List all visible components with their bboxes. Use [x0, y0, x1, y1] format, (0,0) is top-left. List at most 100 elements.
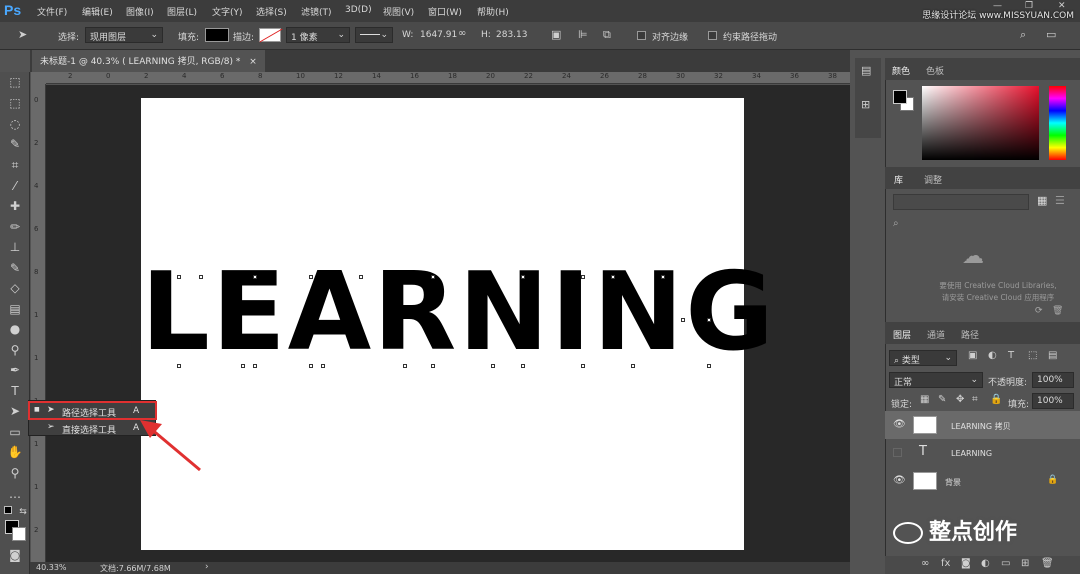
- tab-paths[interactable]: 路径: [961, 328, 979, 341]
- library-dropdown[interactable]: [893, 194, 1029, 210]
- path-anchor[interactable]: [681, 318, 685, 322]
- lock-all-icon[interactable]: 🔒: [990, 394, 1002, 405]
- layer-name[interactable]: 背景: [945, 477, 961, 488]
- canvas-text-learning[interactable]: LEARNING: [141, 258, 774, 368]
- path-anchor[interactable]: [581, 364, 585, 368]
- path-anchor[interactable]: [581, 275, 585, 279]
- dodge-tool-icon[interactable]: ⚲: [6, 342, 24, 358]
- path-anchor[interactable]: [431, 364, 435, 368]
- tab-swatches[interactable]: 色板: [926, 64, 944, 77]
- properties-panel-icon[interactable]: ⊞: [861, 98, 870, 111]
- stroke-swatch[interactable]: [259, 28, 283, 43]
- new-layer-icon[interactable]: ⊞: [1021, 558, 1029, 569]
- layer-row-learning-copy[interactable]: 👁 LEARNING 拷贝: [885, 411, 1080, 439]
- marquee-tool-icon[interactable]: ⬚: [6, 95, 24, 111]
- link-icon[interactable]: ∞: [921, 558, 929, 569]
- eraser-tool-icon[interactable]: ◇: [6, 280, 24, 296]
- visibility-eye-icon[interactable]: 👁: [893, 475, 906, 486]
- visibility-empty-box[interactable]: [893, 448, 902, 457]
- path-anchor[interactable]: [321, 364, 325, 368]
- trash-icon[interactable]: 🗑: [1041, 558, 1054, 569]
- path-arrangement-icon[interactable]: ⧉: [603, 28, 611, 42]
- quick-mask-icon[interactable]: ◙: [6, 547, 24, 563]
- fx-icon[interactable]: fx: [941, 558, 950, 569]
- filter-type-icon[interactable]: T: [1008, 350, 1014, 361]
- path-anchor[interactable]: [253, 364, 257, 368]
- path-anchor[interactable]: [521, 275, 525, 279]
- layer-filter-dropdown[interactable]: ⌕ 类型 ⌄: [889, 350, 957, 366]
- constrain-path-checkbox[interactable]: [708, 31, 717, 40]
- folder-icon[interactable]: ▭: [1001, 558, 1010, 569]
- menu-help[interactable]: 帮助(H): [477, 5, 509, 18]
- menu-image[interactable]: 图像(I): [126, 5, 154, 18]
- tab-color[interactable]: 颜色: [892, 64, 910, 77]
- path-anchor[interactable]: [611, 275, 615, 279]
- workspace-icon[interactable]: ▭: [1046, 28, 1056, 41]
- status-zoom[interactable]: 40.33%: [36, 563, 67, 572]
- tab-layers[interactable]: 图层: [893, 328, 911, 341]
- eyedropper-tool-icon[interactable]: ⁄: [6, 178, 24, 194]
- filter-shape-icon[interactable]: ⬚: [1028, 350, 1037, 361]
- adjustment-icon[interactable]: ◐: [981, 558, 990, 569]
- more-tools-icon[interactable]: …: [6, 486, 24, 502]
- menu-3d[interactable]: 3D(D): [345, 5, 372, 15]
- path-select-tool-icon[interactable]: ➤: [18, 28, 27, 41]
- search-icon[interactable]: ⌕: [1020, 28, 1026, 42]
- layer-row-learning[interactable]: T LEARNING: [885, 439, 1080, 467]
- path-anchor[interactable]: [177, 275, 181, 279]
- path-anchor[interactable]: [521, 364, 525, 368]
- path-alignment-icon[interactable]: ⊫: [578, 28, 588, 41]
- fill-swatch[interactable]: [205, 28, 229, 42]
- mask-icon[interactable]: ◙: [961, 558, 971, 569]
- pen-tool-icon[interactable]: ✒: [6, 362, 24, 378]
- hue-slider[interactable]: [1049, 86, 1066, 160]
- move-tool-icon[interactable]: ⬚: [6, 74, 24, 90]
- tab-adjustments[interactable]: 调整: [924, 173, 942, 186]
- path-anchor[interactable]: [309, 275, 313, 279]
- gradient-tool-icon[interactable]: ▤: [6, 301, 24, 317]
- path-anchor[interactable]: [631, 364, 635, 368]
- height-value[interactable]: 283.13: [496, 30, 528, 40]
- lock-transparency-icon[interactable]: ▦: [920, 394, 929, 405]
- menu-window[interactable]: 窗口(W): [428, 5, 462, 18]
- close-tab-icon[interactable]: ×: [249, 57, 257, 67]
- menu-view[interactable]: 视图(V): [383, 5, 414, 18]
- filter-adjust-icon[interactable]: ◐: [988, 350, 997, 361]
- tab-libraries[interactable]: 库: [894, 173, 903, 186]
- path-anchor[interactable]: [661, 275, 665, 279]
- default-colors-icon[interactable]: [4, 506, 12, 514]
- grid-view-icon[interactable]: ▦: [1037, 194, 1047, 207]
- hand-tool-icon[interactable]: ✋: [6, 444, 24, 460]
- rectangle-tool-icon[interactable]: ▭: [6, 424, 24, 440]
- menu-select[interactable]: 选择(S): [256, 5, 287, 18]
- menu-edit[interactable]: 编辑(E): [82, 5, 113, 18]
- path-anchor[interactable]: [177, 364, 181, 368]
- list-view-icon[interactable]: ☰: [1055, 194, 1065, 207]
- tab-channels[interactable]: 通道: [927, 328, 945, 341]
- path-anchor[interactable]: [707, 318, 711, 322]
- layer-row-background[interactable]: 👁 背景 🔒: [885, 467, 1080, 495]
- lock-artboard-icon[interactable]: ⌗: [972, 394, 978, 405]
- path-anchor[interactable]: [707, 364, 711, 368]
- filter-smart-icon[interactable]: ▤: [1048, 350, 1057, 361]
- path-anchor[interactable]: [431, 275, 435, 279]
- lock-position-icon[interactable]: ✥: [956, 394, 964, 405]
- cc-trash-icon[interactable]: 🗑: [1052, 306, 1063, 316]
- lock-pixels-icon[interactable]: ✎: [938, 394, 946, 405]
- lasso-tool-icon[interactable]: ◌: [6, 116, 24, 132]
- layer-name[interactable]: LEARNING 拷贝: [951, 421, 1011, 432]
- history-brush-tool-icon[interactable]: ✎: [6, 260, 24, 276]
- quick-select-tool-icon[interactable]: ✎: [6, 136, 24, 152]
- path-anchor[interactable]: [253, 275, 257, 279]
- fill-opacity-input[interactable]: 100%: [1032, 393, 1074, 409]
- select-dropdown[interactable]: 现用图层 ⌄: [85, 27, 163, 43]
- path-anchor[interactable]: [309, 364, 313, 368]
- zoom-tool-icon[interactable]: ⚲: [6, 465, 24, 481]
- menu-file[interactable]: 文件(F): [37, 5, 67, 18]
- type-tool-icon[interactable]: T: [6, 383, 24, 399]
- blend-mode-dropdown[interactable]: 正常 ⌄: [889, 372, 983, 388]
- path-anchor[interactable]: [403, 364, 407, 368]
- path-selection-tool-icon[interactable]: ➤: [6, 403, 24, 419]
- brush-tool-icon[interactable]: ✏: [6, 219, 24, 235]
- history-panel-icon[interactable]: ▤: [861, 64, 871, 77]
